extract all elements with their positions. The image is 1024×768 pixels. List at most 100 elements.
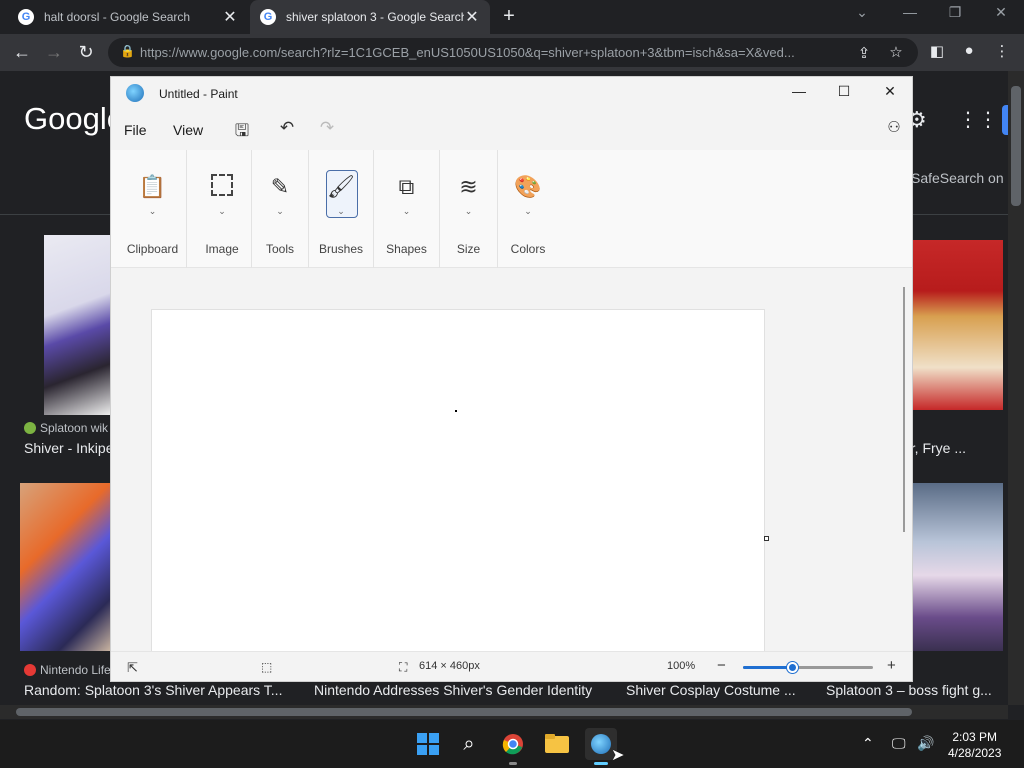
- result-thumbnail-boss-fight[interactable]: [913, 483, 1003, 651]
- browser-tab-shiver-splatoon[interactable]: G shiver splatoon 3 - Google Search ✕: [250, 0, 490, 34]
- result-source: Nintendo Life: [24, 663, 111, 677]
- restore-icon[interactable]: ❐: [935, 4, 975, 21]
- result-title[interactable]: er, Frye ...: [903, 440, 1003, 456]
- back-arrow-icon[interactable]: ←: [10, 42, 34, 63]
- browser-tab-halt-doorsl[interactable]: G halt doorsl - Google Search ✕: [8, 0, 248, 34]
- share-icon[interactable]: ⇪: [854, 44, 874, 62]
- source-label: Nintendo Life: [40, 663, 111, 677]
- tab-title: shiver splatoon 3 - Google Search: [286, 10, 464, 24]
- redo-icon[interactable]: ↷: [316, 118, 338, 138]
- undo-icon[interactable]: ↶: [276, 118, 298, 138]
- size-icon: ≋: [459, 174, 478, 199]
- pointer-position-icon: ⇱: [127, 660, 138, 675]
- page-scroll-thumb[interactable]: [1011, 86, 1021, 206]
- result-title[interactable]: Shiver Cosplay Costume ...: [626, 682, 796, 698]
- result-source: Splatoon wik: [24, 421, 108, 435]
- close-window-icon[interactable]: ✕: [981, 4, 1021, 21]
- paint-minimize-icon[interactable]: —: [784, 83, 814, 99]
- google-logo[interactable]: Google: [24, 101, 124, 137]
- network-icon[interactable]: 🖵: [892, 735, 906, 752]
- ribbon-group-size[interactable]: ≋ ⌄ Size: [440, 150, 498, 268]
- ribbon-group-colors[interactable]: 🎨 ⌄ Colors: [498, 150, 558, 268]
- zoom-in-icon[interactable]: +: [887, 657, 896, 674]
- start-windows-icon[interactable]: [412, 728, 444, 760]
- safesearch-toggle[interactable]: SafeSearch on: [911, 170, 1004, 186]
- running-indicator: [509, 762, 517, 765]
- profile-icon[interactable]: ●: [959, 42, 979, 59]
- chevron-down-icon[interactable]: ⌄: [309, 206, 373, 217]
- zoom-slider-thumb[interactable]: [787, 662, 798, 673]
- search-icon[interactable]: ⌕: [453, 728, 485, 760]
- ribbon-label: Brushes: [318, 242, 364, 256]
- paint-close-icon[interactable]: ✕: [875, 83, 905, 100]
- result-title[interactable]: Splatoon 3 – boss fight g...: [826, 682, 998, 698]
- ribbon-group-clipboard[interactable]: 📋 ⌄ Clipboard: [119, 150, 187, 268]
- chevron-down-icon[interactable]: ⌄: [440, 206, 497, 217]
- menu-file[interactable]: File: [124, 122, 147, 138]
- ribbon-label: Clipboard: [126, 242, 179, 256]
- reload-icon[interactable]: ↻: [74, 42, 98, 63]
- google-favicon-icon: G: [18, 9, 34, 25]
- zoom-slider-fill: [743, 666, 792, 669]
- selection-icon: [193, 174, 251, 202]
- close-tab-icon[interactable]: ✕: [464, 7, 480, 27]
- result-thumbnail-shiver-inkipedia[interactable]: [44, 235, 110, 415]
- side-panel-icon[interactable]: ◧: [927, 42, 947, 60]
- browser-toolbar: ← → ↻ 🔒 https://www.google.com/search?rl…: [0, 34, 1024, 71]
- save-icon[interactable]: 🖫: [231, 118, 253, 147]
- share-account-icon[interactable]: ⚇: [883, 118, 905, 136]
- chevron-down-icon[interactable]: ⌄: [193, 206, 251, 217]
- brush-icon: 🖌: [327, 174, 355, 199]
- zoom-percent[interactable]: 100%: [667, 660, 695, 672]
- show-hidden-icons-chevron-icon[interactable]: ⌃: [862, 735, 874, 752]
- browser-tab-strip: G halt doorsl - Google Search ✕ G shiver…: [0, 0, 1024, 34]
- page-hscroll-thumb[interactable]: [16, 708, 912, 716]
- tab-search-icon[interactable]: ⌄: [842, 4, 882, 21]
- drawn-dot: [455, 410, 457, 412]
- drawing-canvas[interactable]: [151, 309, 765, 654]
- palette-icon: 🎨: [514, 174, 542, 199]
- ribbon-group-shapes[interactable]: ⧉ ⌄ Shapes: [374, 150, 440, 268]
- canvas-size-label: 614 × 460px: [419, 660, 480, 672]
- paint-status-bar: ⇱ ⬚ ⛶ 614 × 460px 100% − +: [111, 651, 912, 681]
- chevron-down-icon[interactable]: ⌄: [498, 206, 558, 217]
- chrome-app-icon[interactable]: [497, 728, 529, 765]
- paint-maximize-icon[interactable]: ☐: [829, 83, 859, 100]
- taskbar-clock[interactable]: 2:03 PM 4/28/2023: [948, 729, 1001, 761]
- forward-arrow-icon[interactable]: →: [42, 42, 66, 63]
- chevron-down-icon[interactable]: ⌄: [119, 206, 186, 217]
- tab-title: halt doorsl - Google Search: [44, 10, 191, 24]
- volume-icon[interactable]: 🔊: [917, 735, 934, 752]
- address-bar[interactable]: 🔒 https://www.google.com/search?rlz=1C1G…: [108, 38, 918, 67]
- source-favicon-icon: [24, 422, 36, 434]
- new-tab-button[interactable]: +: [498, 5, 520, 28]
- chrome-menu-icon[interactable]: ⋮: [992, 42, 1012, 60]
- active-indicator: [594, 762, 608, 765]
- paint-window: Untitled - Paint — ☐ ✕ File View 🖫 ↶ ↷ ⚇…: [110, 76, 913, 682]
- zoom-out-icon[interactable]: −: [717, 657, 726, 674]
- menu-view[interactable]: View: [173, 122, 203, 138]
- file-explorer-icon[interactable]: [541, 728, 573, 760]
- chevron-down-icon[interactable]: ⌄: [252, 206, 308, 217]
- ribbon-group-brushes[interactable]: 🖌 ⌄ Brushes: [309, 150, 374, 268]
- selection-size-icon: ⬚: [261, 660, 273, 674]
- google-apps-icon[interactable]: ⋮⋮: [958, 107, 998, 132]
- result-thumbnail-frye[interactable]: [913, 240, 1003, 410]
- clipboard-icon: 📋: [138, 174, 167, 199]
- clock-time: 2:03 PM: [952, 730, 998, 744]
- result-title[interactable]: Shiver - Inkipe: [24, 440, 110, 456]
- ribbon-group-image[interactable]: ⌄ Image: [193, 150, 252, 268]
- bookmark-star-icon[interactable]: ☆: [886, 43, 906, 61]
- minimize-icon[interactable]: —: [890, 4, 930, 20]
- url-text[interactable]: https://www.google.com/search?rlz=1C1GCE…: [140, 45, 850, 60]
- close-tab-icon[interactable]: ✕: [222, 7, 238, 27]
- ribbon-group-tools[interactable]: ✎ ⌄ Tools: [252, 150, 309, 268]
- canvas-scrollbar[interactable]: [903, 287, 905, 532]
- canvas-resize-handle[interactable]: [764, 536, 769, 541]
- chevron-down-icon[interactable]: ⌄: [374, 206, 439, 217]
- result-title[interactable]: Random: Splatoon 3's Shiver Appears T...: [24, 682, 282, 698]
- ribbon-label: Tools: [265, 242, 294, 256]
- ribbon-label: Size: [456, 242, 481, 256]
- result-title[interactable]: Nintendo Addresses Shiver's Gender Ident…: [314, 682, 604, 698]
- result-thumbnail-nintendo-life[interactable]: [20, 483, 110, 651]
